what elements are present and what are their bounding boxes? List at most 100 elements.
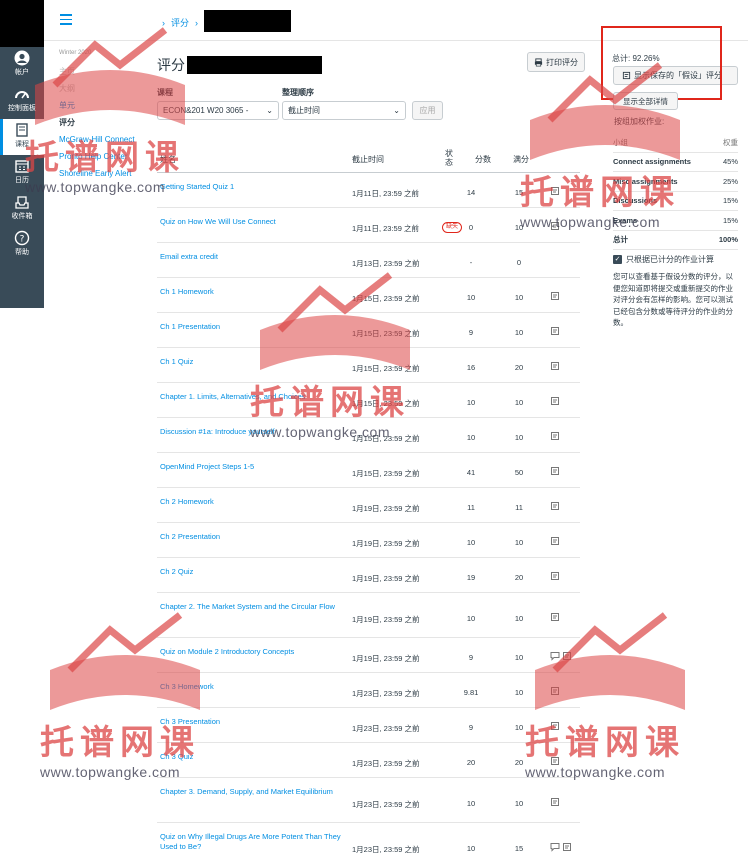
assignment-link[interactable]: Ch 1 Homework bbox=[160, 287, 345, 297]
col-status: 状态 bbox=[445, 149, 453, 167]
assignment-link[interactable]: Ch 3 Quiz bbox=[160, 752, 345, 762]
assignment-link[interactable]: Getting Started Quiz 1 bbox=[160, 182, 345, 192]
row-actions bbox=[550, 686, 560, 696]
due-date: 1月15日, 23:59 之前 bbox=[352, 399, 420, 408]
due-date: 1月11日, 23:59 之前 bbox=[352, 189, 419, 198]
table-row: Ch 2 Presentation 1月19日, 23:59 之前 10 10 bbox=[157, 523, 580, 558]
course-nav-modules[interactable]: 单元 bbox=[59, 100, 155, 111]
due-date: 1月23日, 23:59 之前 bbox=[352, 800, 420, 809]
assignment-link[interactable]: Ch 3 Presentation bbox=[160, 717, 345, 727]
courses-icon bbox=[16, 123, 28, 137]
course-nav-home[interactable]: 主页 bbox=[59, 66, 155, 77]
assignment-link[interactable]: Ch 1 Quiz bbox=[160, 357, 345, 367]
assignment-link[interactable]: Discussion #1a: Introduce yourself bbox=[160, 427, 345, 437]
breadcrumb: › 评分 › bbox=[162, 10, 292, 32]
col-name: 姓名 bbox=[160, 155, 176, 164]
print-grades-button[interactable]: 打印评分 bbox=[527, 52, 585, 72]
rubric-icon[interactable] bbox=[550, 612, 560, 622]
score-value: 11 bbox=[467, 503, 475, 512]
rubric-icon[interactable] bbox=[550, 797, 560, 807]
comment-icon[interactable] bbox=[550, 842, 560, 852]
assignment-link[interactable]: Ch 3 Homework bbox=[160, 682, 345, 692]
rubric-icon[interactable] bbox=[550, 396, 560, 406]
due-date: 1月15日, 23:59 之前 bbox=[352, 329, 420, 338]
score-value: 0 bbox=[468, 223, 474, 232]
breadcrumb-grades[interactable]: 评分 bbox=[171, 16, 189, 29]
table-row: Ch 2 Quiz 1月19日, 23:59 之前 19 20 bbox=[157, 558, 580, 593]
weights-header-row: 小组 权重 bbox=[613, 133, 738, 153]
global-nav-calendar[interactable]: 日历 bbox=[0, 155, 44, 191]
graded-only-checkbox[interactable]: ✓ 只根据已计分的作业计算 bbox=[613, 254, 714, 265]
calendar-icon bbox=[15, 160, 29, 173]
due-date: 1月19日, 23:59 之前 bbox=[352, 539, 420, 548]
assignment-link[interactable]: Ch 2 Presentation bbox=[160, 532, 345, 542]
global-nav-courses[interactable]: 课程 bbox=[0, 119, 44, 155]
rubric-icon[interactable] bbox=[550, 466, 560, 476]
assignment-link[interactable]: Chapter 1. Limits, Alternatives, and Cho… bbox=[160, 392, 345, 402]
rubric-icon[interactable] bbox=[562, 651, 572, 661]
apply-button[interactable]: 应用 bbox=[412, 101, 443, 120]
hamburger-menu-icon[interactable] bbox=[60, 14, 72, 25]
row-actions bbox=[550, 221, 560, 231]
score-value: 14 bbox=[466, 188, 476, 197]
rubric-icon[interactable] bbox=[550, 291, 560, 301]
row-actions bbox=[550, 291, 560, 301]
global-nav-help[interactable]: ? 帮助 bbox=[0, 227, 44, 263]
assignment-link[interactable]: Chapter 3. Demand, Supply, and Market Eq… bbox=[160, 787, 345, 797]
course-nav-mcgraw-hill[interactable]: McGraw-Hill Connect bbox=[59, 134, 155, 145]
score-value: 10 bbox=[466, 433, 476, 442]
row-actions bbox=[550, 326, 560, 336]
table-row: Ch 3 Presentation 1月23日, 23:59 之前 9 10 bbox=[157, 708, 580, 743]
row-actions bbox=[550, 396, 560, 406]
global-nav-inbox[interactable]: 收件箱 bbox=[0, 191, 44, 227]
rubric-icon[interactable] bbox=[562, 842, 572, 852]
global-nav-account[interactable]: 帐户 bbox=[0, 47, 44, 83]
points-possible: 10 bbox=[514, 223, 524, 232]
table-row: OpenMind Project Steps 1-5 1月15日, 23:59 之… bbox=[157, 453, 580, 488]
rubric-icon[interactable] bbox=[550, 361, 560, 371]
redacted-block bbox=[187, 56, 322, 74]
rubric-icon[interactable] bbox=[550, 501, 560, 511]
show-all-details-button[interactable]: 显示全部详情 bbox=[613, 92, 678, 110]
assignment-link[interactable]: OpenMind Project Steps 1-5 bbox=[160, 462, 345, 472]
row-actions bbox=[550, 651, 572, 661]
row-actions bbox=[550, 756, 560, 766]
rubric-icon[interactable] bbox=[550, 186, 560, 196]
rubric-icon[interactable] bbox=[550, 536, 560, 546]
course-nav-grades[interactable]: 评分 bbox=[59, 117, 155, 128]
comment-icon[interactable] bbox=[550, 651, 560, 661]
row-actions bbox=[550, 431, 560, 441]
global-nav-dashboard[interactable]: 控制面板 bbox=[0, 83, 44, 119]
rubric-icon[interactable] bbox=[550, 221, 560, 231]
weights-row: Connect assignments 45% bbox=[613, 153, 738, 172]
assignment-link[interactable]: Chapter 2. The Market System and the Cir… bbox=[160, 602, 345, 612]
institution-logo bbox=[0, 0, 44, 47]
rubric-icon[interactable] bbox=[550, 326, 560, 336]
points-possible: 10 bbox=[514, 688, 524, 697]
assignment-link[interactable]: Quiz on How We Will Use Connect bbox=[160, 217, 345, 227]
course-nav-pronto[interactable]: Pronto Help Center bbox=[59, 151, 155, 162]
course-nav-syllabus[interactable]: 大纲 bbox=[59, 83, 155, 94]
weights-table: 小组 权重 Connect assignments 45% Misc assign… bbox=[613, 133, 738, 250]
page-title: 评分 bbox=[157, 55, 322, 75]
course-nav-early-alert[interactable]: Shoreline Early Alert bbox=[59, 168, 155, 179]
rubric-icon[interactable] bbox=[550, 686, 560, 696]
assignment-link[interactable]: Ch 1 Presentation bbox=[160, 322, 345, 332]
assignment-link[interactable]: Email extra credit bbox=[160, 252, 345, 262]
assignment-link[interactable]: Quiz on Why Illegal Drugs Are More Poten… bbox=[160, 832, 345, 852]
score-value: - bbox=[469, 258, 473, 267]
assignment-link[interactable]: Ch 2 Quiz bbox=[160, 567, 345, 577]
course-select[interactable]: ECON&201 W20 3065 - ⌄ bbox=[157, 101, 279, 120]
row-actions bbox=[550, 721, 560, 731]
table-row: Ch 1 Homework 1月15日, 23:59 之前 10 10 bbox=[157, 278, 580, 313]
score-value: 9.81 bbox=[463, 688, 479, 697]
rubric-icon[interactable] bbox=[550, 431, 560, 441]
rubric-icon[interactable] bbox=[550, 571, 560, 581]
sort-select[interactable]: 截止时间 ⌄ bbox=[282, 101, 406, 120]
rubric-icon[interactable] bbox=[550, 721, 560, 731]
assignment-link[interactable]: Ch 2 Homework bbox=[160, 497, 345, 507]
rubric-icon[interactable] bbox=[550, 756, 560, 766]
assignment-link[interactable]: Quiz on Module 2 Introductory Concepts bbox=[160, 647, 345, 657]
score-value: 9 bbox=[468, 723, 474, 732]
chevron-down-icon: ⌄ bbox=[393, 106, 400, 115]
